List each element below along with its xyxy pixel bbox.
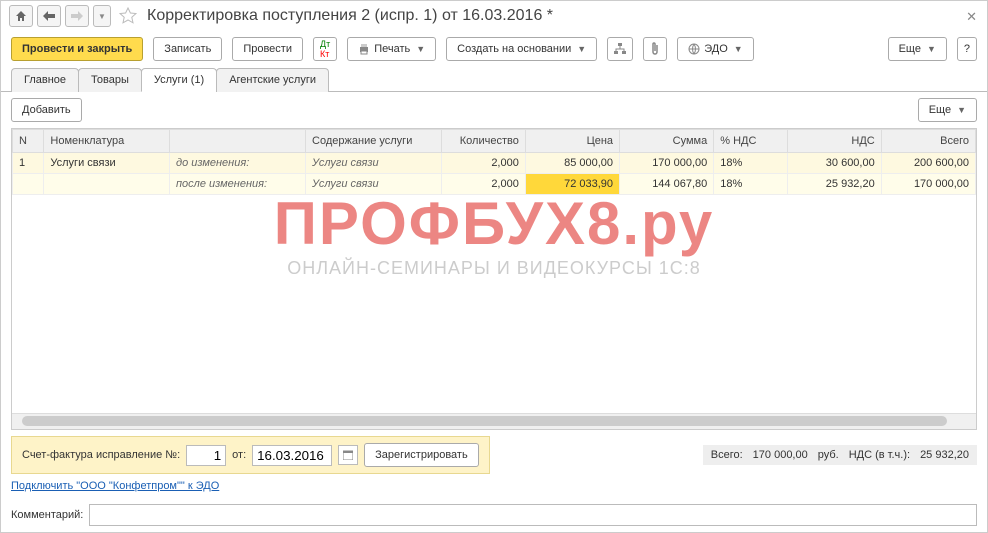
col-n[interactable]: N <box>13 130 44 153</box>
close-icon[interactable]: ✕ <box>966 9 977 25</box>
date-label: от: <box>232 449 246 461</box>
back-button[interactable] <box>37 5 61 27</box>
sf-number-input[interactable] <box>186 445 226 466</box>
create-based-button[interactable]: Создать на основании▼ <box>446 37 597 61</box>
post-button[interactable]: Провести <box>232 37 303 61</box>
calendar-button[interactable] <box>338 445 358 465</box>
horizontal-scrollbar[interactable] <box>12 413 976 429</box>
window-title: Корректировка поступления 2 (испр. 1) от… <box>147 7 553 25</box>
col-total[interactable]: Всего <box>881 130 975 153</box>
more-button[interactable]: Еще▼ <box>888 37 947 61</box>
comment-input[interactable] <box>89 504 977 526</box>
col-desc[interactable]: Содержание услуги <box>306 130 442 153</box>
register-button[interactable]: Зарегистрировать <box>364 443 479 467</box>
add-button[interactable]: Добавить <box>11 98 82 122</box>
col-sum[interactable]: Сумма <box>620 130 714 153</box>
col-price[interactable]: Цена <box>525 130 619 153</box>
tab-main[interactable]: Главное <box>11 68 79 92</box>
tab-services[interactable]: Услуги (1) <box>141 68 217 92</box>
active-cell[interactable]: 72 033,90 <box>525 174 619 195</box>
col-qty[interactable]: Количество <box>442 130 526 153</box>
col-vat[interactable]: НДС <box>787 130 881 153</box>
print-button[interactable]: Печать▼ <box>347 37 436 61</box>
save-button[interactable]: Записать <box>153 37 222 61</box>
home-button[interactable] <box>9 5 33 27</box>
col-vatp[interactable]: % НДС <box>714 130 787 153</box>
help-button[interactable]: ? <box>957 37 977 61</box>
col-nomen[interactable]: Номенклатура <box>44 130 170 153</box>
post-and-close-button[interactable]: Провести и закрыть <box>11 37 143 61</box>
comment-label: Комментарий: <box>11 509 83 521</box>
watermark: ПРОФБУХ8.ру ОНЛАЙН-СЕМИНАРЫ И ВИДЕОКУРСЫ… <box>12 189 976 279</box>
table-row-after[interactable]: после изменения: Услуги связи 2,000 72 0… <box>13 174 976 195</box>
nav-dropdown[interactable]: ▼ <box>93 5 111 27</box>
tab-agent[interactable]: Агентские услуги <box>216 68 329 92</box>
table-row-before[interactable]: 1 Услуги связи до изменения: Услуги связ… <box>13 153 976 174</box>
totals-panel: Всего: 170 000,00 руб. НДС (в т.ч.): 25 … <box>703 445 977 465</box>
tab-goods[interactable]: Товары <box>78 68 142 92</box>
forward-button[interactable] <box>65 5 89 27</box>
edo-button[interactable]: ЭДО▼ <box>677 37 753 61</box>
dtkt-button[interactable]: ДтКт <box>313 37 337 61</box>
grid-more-button[interactable]: Еще▼ <box>918 98 977 122</box>
sf-date-input[interactable] <box>252 445 332 466</box>
col-state[interactable] <box>169 130 305 153</box>
edo-connect-link[interactable]: Подключить "ООО "Конфетпром"" к ЭДО <box>11 480 977 492</box>
structure-button[interactable] <box>607 37 633 61</box>
favorite-icon[interactable] <box>119 7 137 25</box>
attach-button[interactable] <box>643 37 667 61</box>
sf-label: Счет-фактура исправление №: <box>22 449 180 461</box>
services-table[interactable]: N Номенклатура Содержание услуги Количес… <box>12 129 976 195</box>
